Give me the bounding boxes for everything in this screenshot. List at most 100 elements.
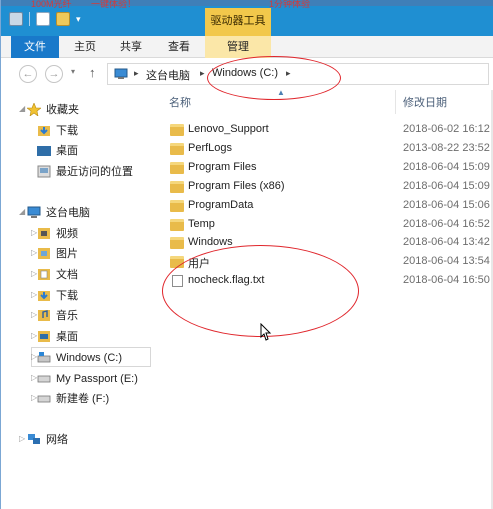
folder-icon [170,161,184,174]
file-date-modified: 2018-06-04 13:54 [403,255,490,268]
file-row[interactable]: ProgramData 2018-06-04 15:06 [157,197,493,216]
chevron-down-icon[interactable]: ▾ [76,14,81,25]
sidebar-item-label: 下载 [56,125,78,137]
title-bar: 100M光纤 一键体验！ 1分钟体验 ▾ 驱动器工具 [1,0,493,36]
file-row[interactable]: PerfLogs 2013-08-22 23:52 [157,140,493,159]
sort-ascending-icon: ▲ [277,88,285,97]
folder-icon [170,256,184,269]
breadcrumb-separator-icon[interactable]: ▸ [134,68,139,79]
folder-icon [170,124,184,136]
tab-view[interactable]: 查看 [163,36,195,58]
breadcrumb-windows-c[interactable]: Windows (C:) [212,67,278,79]
navigation-bar: ← → ▾ ↑ ▸ 这台电脑 ▸ Windows (C:) ▸ [1,58,493,90]
sidebar-item-videos[interactable]: 视频 [37,224,78,244]
breadcrumb-separator-icon[interactable]: ▸ [286,68,291,79]
up-button[interactable]: ↑ [89,65,96,80]
sidebar-item-label: 下载 [56,290,78,302]
title-strip-text: 1分钟体验 [269,0,311,9]
tab-share[interactable]: 共享 [115,36,147,58]
file-date-modified: 2013-08-22 23:52 [403,141,490,154]
drive-icon [37,375,51,382]
expand-icon[interactable]: ▷ [19,434,25,443]
file-name: ProgramData [188,198,254,211]
sidebar-item-my-passport[interactable]: My Passport (E:) [37,369,138,389]
file-row[interactable]: Temp 2018-06-04 16:52 [157,216,493,235]
network-icon [28,433,40,444]
star-icon [27,102,41,116]
download-folder-icon [38,290,50,301]
sidebar-item-label: 图片 [56,248,78,260]
new-folder-icon[interactable] [56,12,70,26]
mouse-pointer-icon [260,323,272,341]
file-name: Temp [188,217,215,230]
recent-locations-chevron-icon[interactable]: ▾ [71,67,75,76]
breadcrumb-this-pc[interactable]: 这台电脑 [146,67,190,83]
folder-icon [170,199,184,212]
sidebar-item-windows-c[interactable]: Windows (C:) [37,348,122,368]
sidebar-item-label: 音乐 [56,310,78,322]
folder-icon [170,237,184,250]
sidebar-item-label: 收藏夹 [46,104,79,116]
tab-home[interactable]: 主页 [69,36,101,58]
file-name: Windows [188,236,233,249]
sidebar-item-label: 这台电脑 [46,207,90,219]
sidebar-item-label: 网络 [46,434,68,446]
file-row[interactable]: Program Files 2018-06-04 15:09 [157,159,493,178]
file-date-modified: 2018-06-04 13:42 [403,236,490,249]
sidebar-item-label: 新建卷 (F:) [56,393,110,405]
tab-file[interactable]: 文件 [11,36,59,58]
sidebar-item-pictures[interactable]: 图片 [37,244,78,264]
back-button[interactable]: ← [19,65,37,83]
text-file-icon [172,275,183,288]
quick-access-toolbar: ▾ [9,12,81,26]
sidebar-item-label: Windows (C:) [56,352,123,364]
toolbar-separator [29,12,30,26]
sidebar-item-this-pc[interactable]: 这台电脑 [27,203,90,223]
file-list: ▲ 名称 修改日期 Lenovo_Support 2018-06-02 16:12… [157,88,493,509]
sidebar-item-favorites[interactable]: 收藏夹 [27,100,79,120]
desktop-folder-icon [38,330,50,342]
sidebar-item-downloads-pc[interactable]: 下载 [37,286,78,306]
column-header-name[interactable]: 名称 [169,94,191,110]
folder-icon [170,218,184,231]
file-row[interactable]: Program Files (x86) 2018-06-04 15:09 [157,178,493,197]
file-date-modified: 2018-06-04 16:50 [403,274,490,287]
collapse-icon[interactable]: ◢ [19,104,25,113]
collapse-icon[interactable]: ◢ [19,207,25,216]
drive-icon[interactable] [9,12,23,26]
sidebar-item-label: 文档 [56,269,78,281]
file-row[interactable]: Windows 2018-06-04 13:42 [157,234,493,253]
sidebar-item-recent[interactable]: 最近访问的位置 [37,162,133,182]
column-header-date-modified[interactable]: 修改日期 [403,94,447,110]
sidebar-item-downloads[interactable]: 下载 [37,121,78,141]
file-date-modified: 2018-06-04 15:09 [403,160,490,173]
forward-button[interactable]: → [45,65,63,83]
sidebar-item-desktop[interactable]: 桌面 [37,141,78,161]
videos-folder-icon [38,227,50,239]
file-row[interactable]: nocheck.flag.txt 2018-06-04 16:50 [157,272,493,291]
file-name: nocheck.flag.txt [188,274,265,287]
breadcrumb-separator-icon[interactable]: ▸ [200,68,205,79]
column-divider[interactable] [395,90,396,114]
sidebar-item-new-volume-f[interactable]: 新建卷 (F:) [37,389,109,409]
ribbon-tabs: 文件 主页 共享 查看 管理 [1,36,493,58]
sidebar-item-desktop-pc[interactable]: 桌面 [37,327,78,347]
sidebar-item-music[interactable]: 音乐 [37,306,78,326]
sidebar-item-network[interactable]: 网络 [27,430,68,450]
properties-icon[interactable] [36,12,50,26]
sidebar-item-label: My Passport (E:) [56,373,138,385]
address-bar[interactable]: ▸ 这台电脑 ▸ Windows (C:) ▸ [107,63,489,85]
tab-manage[interactable]: 管理 [205,36,271,58]
file-name: 用户 [188,258,210,271]
download-folder-icon [38,125,50,136]
file-row[interactable]: 用户 2018-06-04 13:54 [157,253,493,272]
file-date-modified: 2018-06-02 16:12 [403,123,490,135]
folder-icon [170,180,184,193]
file-row[interactable]: Lenovo_Support 2018-06-02 16:12 [157,121,493,140]
music-folder-icon [38,309,50,321]
title-strip: 100M光纤 一键体验！ 1分钟体验 [1,0,493,9]
sidebar-item-documents[interactable]: 文档 [37,265,78,285]
file-date-modified: 2018-06-04 15:09 [403,179,490,192]
recent-places-icon [37,165,51,178]
file-name: Program Files (x86) [188,179,285,192]
